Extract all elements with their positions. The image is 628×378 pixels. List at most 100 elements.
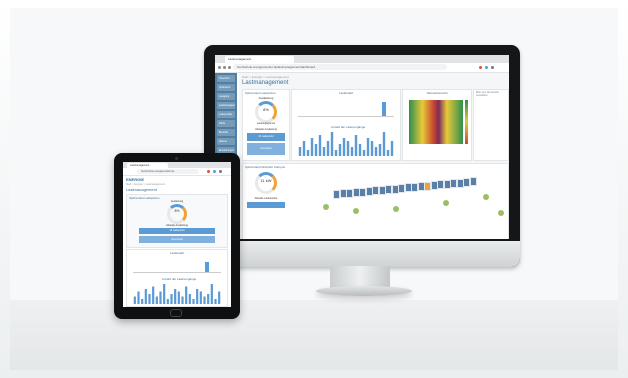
chart-bar xyxy=(141,299,144,304)
tablet-gauge-card: Spitzenlast Lastspitzen Auslastung 8% Ak… xyxy=(126,194,228,248)
tablet-chart-card: Lastbedarf Anzahl der Ladevorgänge xyxy=(126,249,228,307)
load-gauge xyxy=(255,101,277,123)
reload-icon[interactable] xyxy=(228,66,231,69)
status-value: 13 Ladepunkt xyxy=(247,133,285,141)
tree-marker xyxy=(443,200,449,206)
chart-bar xyxy=(374,147,378,156)
parking-card: Spitzenlast Parkplatz Campus 11 kW Aktue… xyxy=(242,163,509,239)
tablet-status-value: 13 Ladepunkt xyxy=(139,228,215,234)
chart-bar xyxy=(152,286,155,304)
browser-urlbar: hochschule.energiemonitor.de/lastmanagem… xyxy=(215,63,509,73)
chart-bar xyxy=(144,289,147,304)
chart-bar xyxy=(334,150,338,156)
gauge-label: Auslastung xyxy=(258,96,274,100)
address-bar[interactable]: hochschule.energiemonitor.de/lastmanagem… xyxy=(233,64,447,70)
monitor-base xyxy=(316,286,412,296)
tablet-gauge-label: Auslastung xyxy=(170,200,184,203)
tablet-status-box: Grenzwert xyxy=(139,236,215,243)
tablet-page-title: Lastmanagement xyxy=(126,187,157,192)
extension-icon[interactable] xyxy=(485,66,488,69)
tablet-screen: Lastmanagement hochschule.energiemonitor… xyxy=(123,162,231,307)
tree-marker xyxy=(393,206,399,212)
tablet-gauge-value: 8% xyxy=(174,209,180,213)
heatmap-legend xyxy=(465,100,468,144)
chart-bar xyxy=(310,138,314,156)
chart-bar xyxy=(378,144,382,156)
chart-bar xyxy=(362,150,366,156)
tablet-peak-bar xyxy=(205,262,209,272)
sidebar-item[interactable]: Lastmanagement xyxy=(217,102,235,109)
chart-bar xyxy=(148,294,151,304)
chart-bar xyxy=(214,299,217,304)
tablet-gauge xyxy=(167,204,187,224)
tablet-camera xyxy=(175,157,178,160)
sidebar-item[interactable]: Alarme xyxy=(217,138,235,145)
chart-bar xyxy=(210,284,213,304)
chart-bar xyxy=(159,291,162,304)
extension-icon[interactable] xyxy=(479,66,482,69)
chart-bar xyxy=(318,135,322,156)
forward-icon[interactable] xyxy=(223,66,226,69)
sidebar-item[interactable]: Lastgang xyxy=(217,93,235,100)
parking-gauge xyxy=(255,172,277,194)
gauge-subtitle: Leistungsgrenze xyxy=(256,122,276,125)
tablet-chart-baseline xyxy=(133,272,221,273)
chart-bar xyxy=(298,147,302,156)
chart-bar xyxy=(302,141,306,156)
info-text: Bitte eine Messstelle auswählen xyxy=(476,91,499,97)
chart-bar xyxy=(199,291,202,304)
demand-chart-card: Lastbedarf Anzahl der Ladevorgänge xyxy=(291,89,401,161)
parking-card-title: Spitzenlast Parkplatz Campus xyxy=(245,165,286,169)
tree-marker xyxy=(323,204,329,210)
gauge-value: 8% xyxy=(263,107,269,112)
parking-space xyxy=(469,177,477,187)
chart-bar xyxy=(218,291,221,304)
chart-bar xyxy=(322,147,326,156)
sidebar-item[interactable]: Tarife xyxy=(217,120,235,127)
tablet-logo[interactable]: ENERGIE xyxy=(126,177,144,182)
browser-tabbar: Lastmanagement xyxy=(215,55,509,63)
desktop-monitor: Lastmanagement hochschule.energiemonitor… xyxy=(204,45,520,267)
chart-bar xyxy=(370,141,374,156)
chart-bar xyxy=(192,299,195,304)
extension-icon[interactable] xyxy=(213,170,216,173)
menu-icon[interactable] xyxy=(491,66,494,69)
chart-bar xyxy=(163,284,166,304)
back-icon[interactable] xyxy=(218,66,221,69)
chart-bar xyxy=(181,296,184,304)
chart-bar xyxy=(366,138,370,156)
tablet-urlbar: hochschule.energiemonitor.de xyxy=(123,168,231,176)
chart-bar xyxy=(354,135,358,156)
chart-bar xyxy=(326,141,330,156)
tablet-address-bar[interactable]: hochschule.energiemonitor.de xyxy=(137,169,199,174)
chart-bar xyxy=(177,291,180,304)
tablet-device: Lastmanagement hochschule.energiemonitor… xyxy=(114,153,240,319)
floor-surface xyxy=(10,300,618,370)
sidebar-item[interactable]: Übersicht xyxy=(217,75,235,82)
tablet-sessions-bar-chart xyxy=(133,284,221,304)
chart-bar xyxy=(390,141,394,156)
sidebar-item[interactable]: Ladepunkte xyxy=(217,111,235,118)
browser-tab[interactable]: Lastmanagement xyxy=(225,56,294,63)
status-box: Grenzwert xyxy=(247,143,285,155)
chart-bar xyxy=(137,291,140,304)
chart-bar xyxy=(174,289,177,304)
chart-bar xyxy=(350,147,354,156)
chart-bar xyxy=(314,144,318,156)
sidebar-item[interactable]: Verbrauch xyxy=(217,84,235,91)
heatmap-title: Jahresübersicht xyxy=(426,91,448,95)
menu-icon[interactable] xyxy=(219,170,222,173)
tablet-home-button[interactable] xyxy=(170,309,182,317)
dashboard-main: Start > Energie > Lastmanagement Lastman… xyxy=(239,73,509,239)
chart-bar xyxy=(170,294,173,304)
parking-gauge-value: 11 kW xyxy=(260,178,272,183)
chart-bar xyxy=(133,296,136,304)
chart-bar xyxy=(346,141,350,156)
extension-icon[interactable] xyxy=(207,170,210,173)
chart-title: Lastbedarf xyxy=(338,91,354,95)
chart-bar xyxy=(342,138,346,156)
breadcrumb: Start > Energie > Lastmanagement xyxy=(242,75,289,79)
chart-bar xyxy=(358,144,362,156)
sidebar-item[interactable]: Berichte xyxy=(217,129,235,136)
monitor-stand xyxy=(330,266,390,288)
